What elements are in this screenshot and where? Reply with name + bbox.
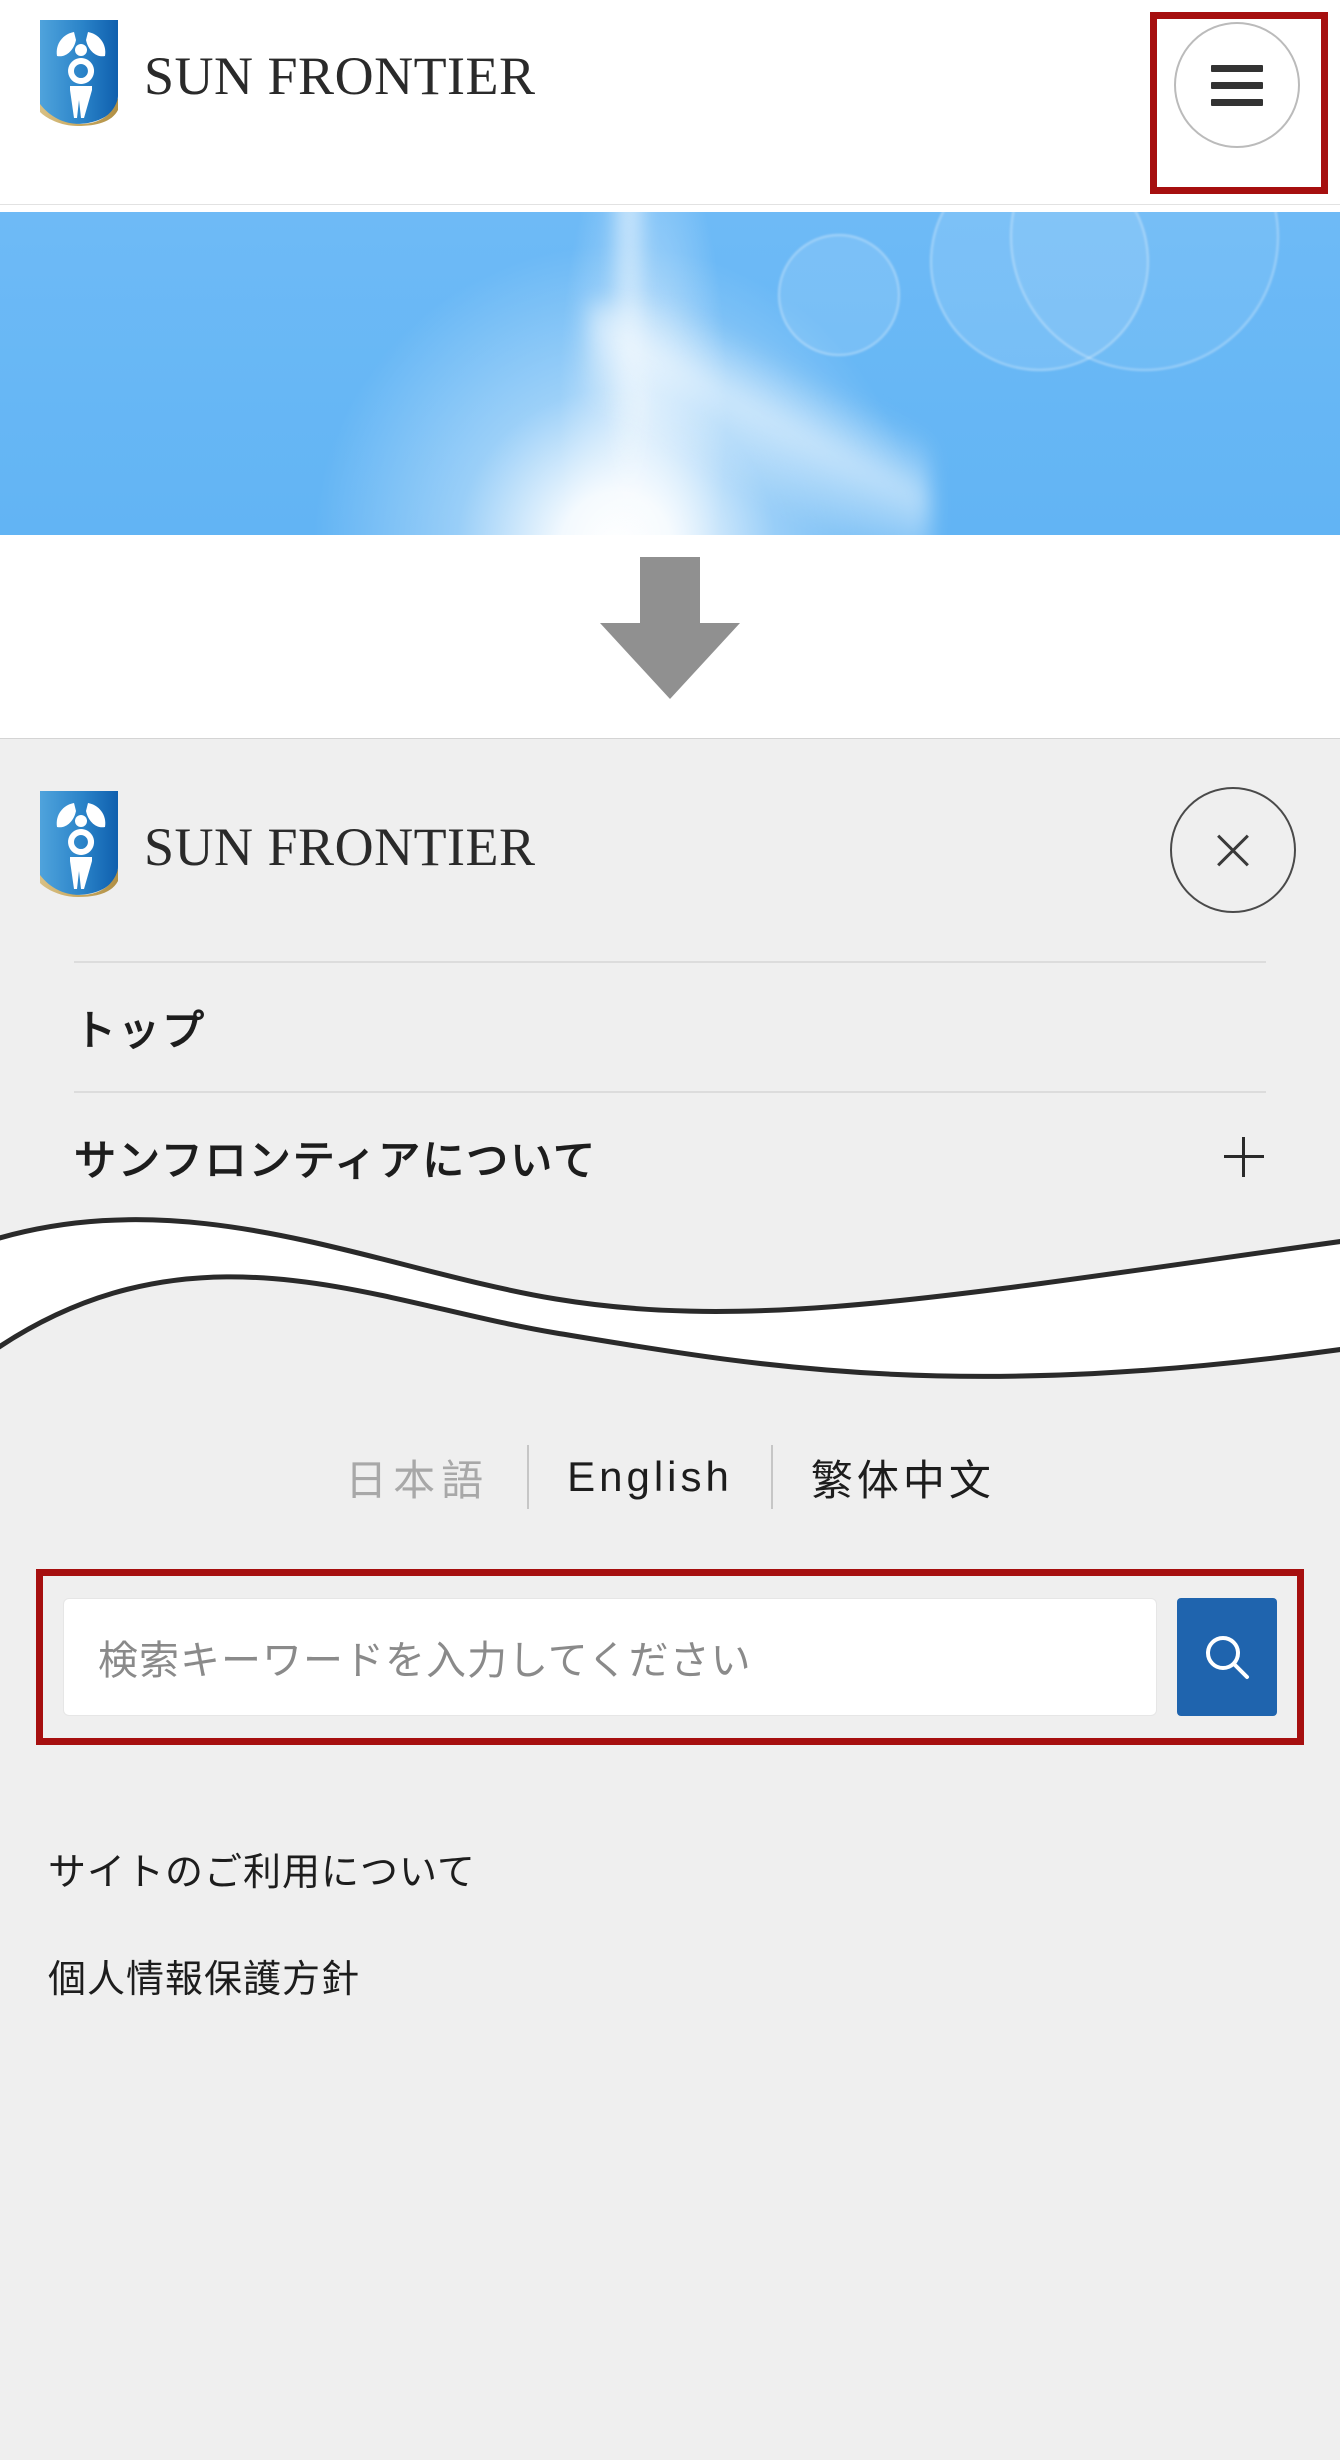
footer-link-privacy-policy[interactable]: 個人情報保護方針: [48, 1948, 1340, 2003]
menu-item-label: サンフロンティアについて: [74, 1136, 597, 1184]
sun-frontier-shield-icon: [36, 18, 122, 131]
menu-panel-header: SUN FRONTIER: [0, 739, 1340, 961]
search-highlight-box: 検索キーワードを入力してください: [36, 1569, 1304, 1745]
menu-footer-links: サイトのご利用について 個人情報保護方針: [48, 1841, 1340, 2003]
menu-item-list: トップ サンフロンティアについて: [0, 961, 1340, 1221]
plus-expander-icon[interactable]: [1224, 1137, 1264, 1177]
down-arrow-icon: [600, 557, 740, 699]
mobile-menu-panel: SUN FRONTIER トップ サンフロンティアについて 日本語 Englis…: [0, 738, 1340, 2460]
content-cut-indicator: [0, 1217, 1340, 1417]
header-logo[interactable]: SUN FRONTIER: [36, 18, 536, 131]
close-menu-button[interactable]: [1170, 787, 1296, 913]
hamburger-bar-3: [1211, 98, 1263, 106]
hamburger-bar-2: [1211, 81, 1263, 89]
language-option-english[interactable]: English: [529, 1453, 771, 1501]
menu-logo-text: SUN FRONTIER: [144, 816, 536, 877]
menu-item-top[interactable]: トップ: [74, 961, 1266, 1091]
lens-flare-orb-c: [778, 234, 900, 356]
menu-item-label: トップ: [74, 1006, 207, 1054]
close-icon: [1212, 829, 1254, 871]
transition-area: [0, 535, 1340, 738]
site-header: SUN FRONTIER: [0, 0, 1340, 205]
language-option-japanese[interactable]: 日本語: [307, 1447, 527, 1508]
menu-item-about[interactable]: サンフロンティアについて: [74, 1091, 1266, 1221]
hamburger-bar-1: [1211, 64, 1263, 72]
footer-link-site-usage[interactable]: サイトのご利用について: [48, 1841, 1340, 1896]
header-logo-text: SUN FRONTIER: [144, 45, 536, 106]
language-selector: 日本語 English 繁体中文: [0, 1417, 1340, 1537]
search-submit-button[interactable]: [1177, 1598, 1277, 1716]
hamburger-menu-button[interactable]: [1174, 22, 1300, 148]
sun-frontier-shield-icon: [36, 789, 122, 902]
language-option-traditional-chinese[interactable]: 繁体中文: [773, 1447, 1033, 1508]
search-icon: [1206, 1636, 1249, 1679]
search-input[interactable]: 検索キーワードを入力してください: [63, 1598, 1157, 1716]
hero-banner-image: [0, 212, 1340, 535]
wave-cut-shape: [0, 1217, 1340, 1379]
menu-logo[interactable]: SUN FRONTIER: [36, 789, 536, 902]
